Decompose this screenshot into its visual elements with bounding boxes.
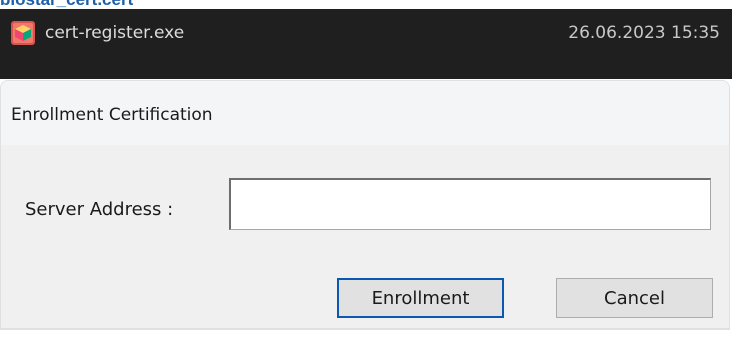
file-row[interactable]: cert-register.exe 26.06.2023 15:35 <box>0 9 732 79</box>
file-name: cert-register.exe <box>45 23 185 43</box>
server-address-label: Server Address : <box>25 199 174 220</box>
cancel-button[interactable]: Cancel <box>556 278 713 318</box>
dialog-titlebar[interactable]: Enrollment Certification <box>1 81 729 145</box>
server-address-input[interactable] <box>229 178 711 230</box>
app-cube-icon <box>11 21 35 45</box>
file-date: 26.06.2023 15:35 <box>568 23 720 43</box>
enrollment-dialog: Enrollment Certification Server Address … <box>0 80 730 330</box>
dialog-bottom-border <box>1 328 729 329</box>
dialog-title: Enrollment Certification <box>11 105 213 125</box>
page-heading: biostar_cert.cert <box>0 0 133 8</box>
enrollment-button[interactable]: Enrollment <box>337 278 504 318</box>
